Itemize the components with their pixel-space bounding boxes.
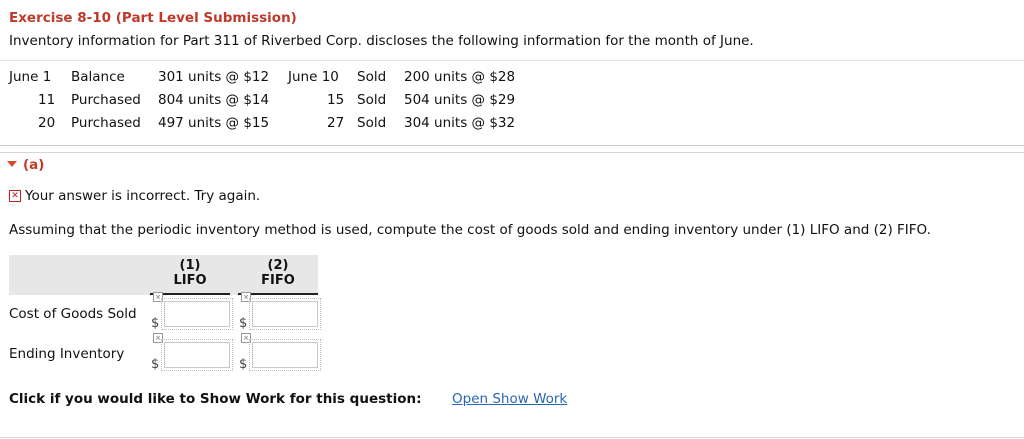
currency-symbol: $ [239,316,248,331]
cogs-fifo-input[interactable] [249,298,321,330]
show-work-prompt: Click if you would like to Show Work for… [9,391,422,407]
part-a-toggle[interactable]: (a) [7,157,44,173]
column-name: LIFO [173,273,207,288]
expand-triangle-icon [7,161,17,167]
part-a-label: (a) [23,157,45,173]
column-header-lifo: (1) LIFO [160,258,220,288]
inv-type: Sold [357,115,387,131]
inv-date: June 10 [288,69,339,85]
row-label-cogs: Cost of Goods Sold [9,306,137,322]
status-x-icon: × [153,333,163,343]
inv-detail: 301 units @ $12 [158,69,270,85]
exercise-intro: Inventory information for Part 311 of Ri… [9,33,754,49]
status-x-icon: × [241,292,251,302]
inv-detail: 497 units @ $15 [158,115,270,131]
status-x-icon: × [153,292,163,302]
inv-detail: 200 units @ $28 [404,69,516,85]
exercise-title: Exercise 8-10 (Part Level Submission) [9,10,297,26]
ending-inventory-fifo-input[interactable] [249,339,321,371]
status-x-icon: × [241,333,251,343]
inv-date: 15 [327,92,345,108]
currency-symbol: $ [151,316,160,331]
inv-type: Purchased [71,92,141,108]
row-label-ending-inventory: Ending Inventory [9,346,125,362]
open-show-work-link[interactable]: Open Show Work [452,391,567,407]
inv-detail: 804 units @ $14 [158,92,270,108]
inv-type: Sold [357,69,387,85]
incorrect-x-icon: ✕ [9,190,21,202]
question-text: Assuming that the periodic inventory met… [9,222,931,238]
bottom-divider [0,437,1024,438]
inv-detail: 304 units @ $32 [404,115,516,131]
column-name: FIFO [261,273,295,288]
error-message: Your answer is incorrect. Try again. [25,188,261,204]
inv-date: 20 [38,115,56,131]
inv-type: Balance [71,69,125,85]
column-header-fifo: (2) FIFO [248,258,308,288]
error-row: ✕ Your answer is incorrect. Try again. [9,188,260,204]
currency-symbol: $ [151,357,160,372]
inv-type: Sold [357,92,387,108]
inv-detail: 504 units @ $29 [404,92,516,108]
inv-date: 11 [38,92,56,108]
section-divider [0,152,1024,153]
inventory-panel: June 1 Balance 301 units @ $12 11 Purcha… [0,60,1024,146]
column-number: (2) [267,258,289,273]
inv-type: Purchased [71,115,141,131]
cogs-lifo-input[interactable] [161,298,233,330]
inv-date: June 1 [9,69,52,85]
ending-inventory-lifo-input[interactable] [161,339,233,371]
inv-date: 27 [327,115,345,131]
column-number: (1) [179,258,201,273]
currency-symbol: $ [239,357,248,372]
